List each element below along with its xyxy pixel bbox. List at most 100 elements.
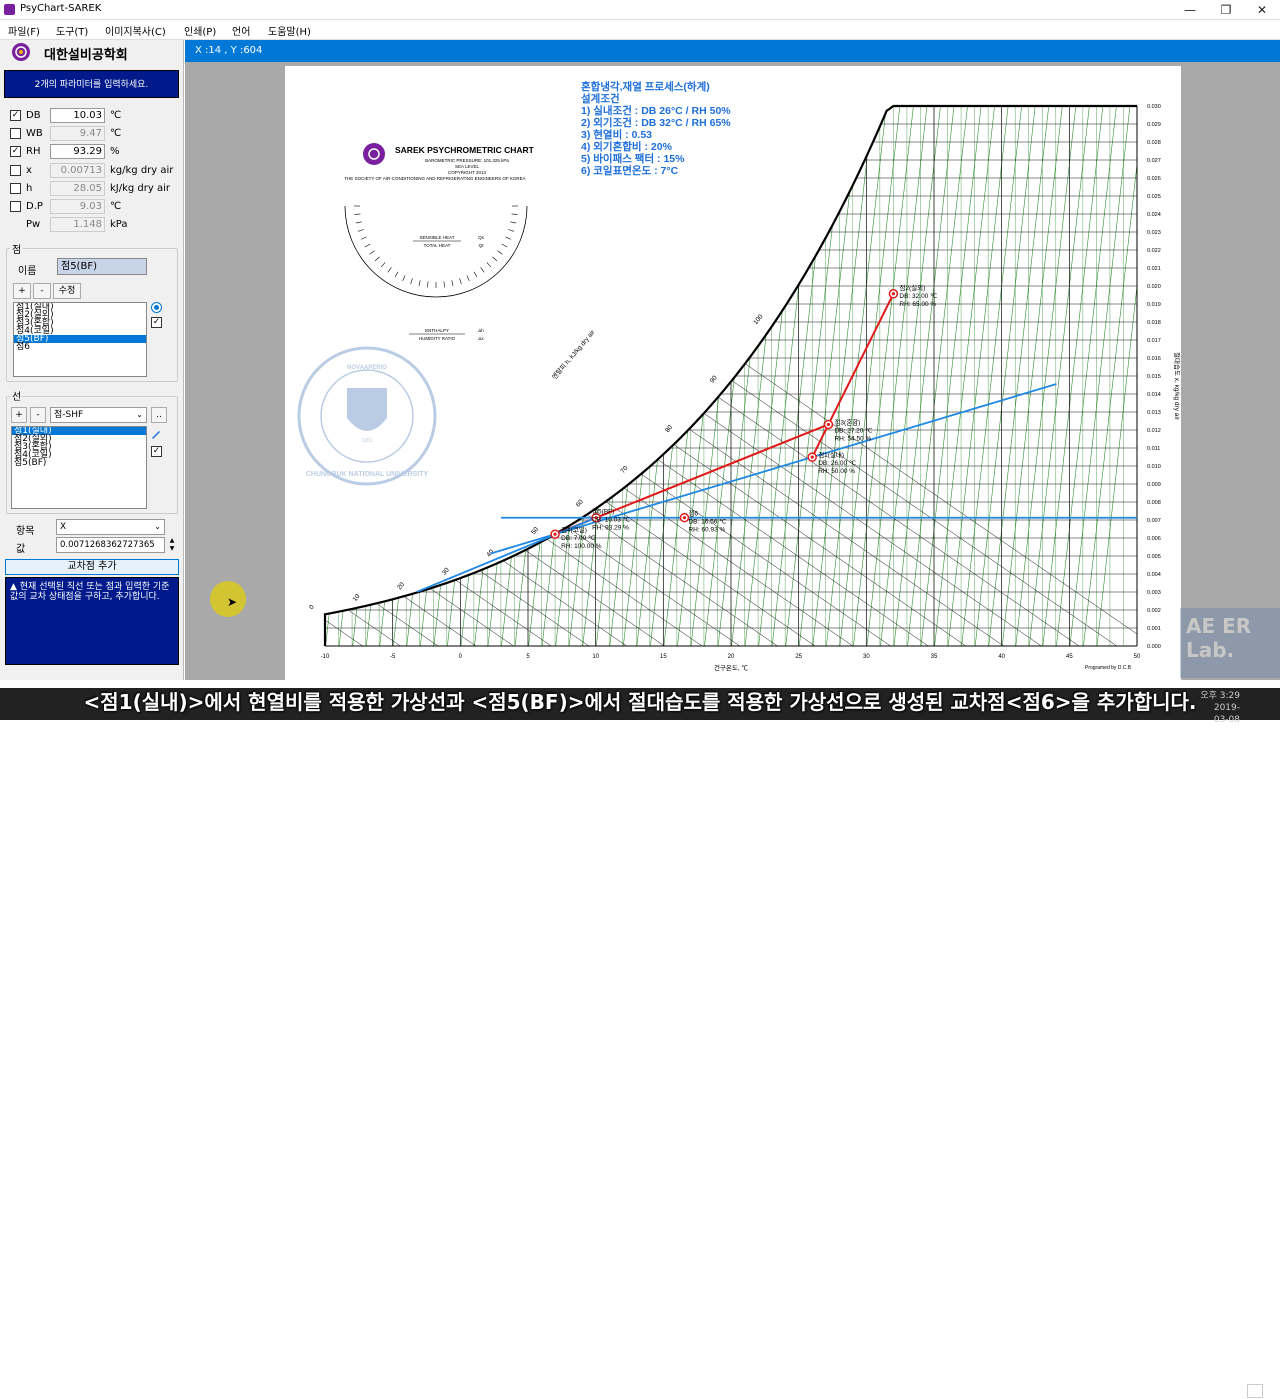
state-point-rh: RH: 54.50 % xyxy=(834,435,871,442)
h-unit: kJ/kg dry air xyxy=(110,183,170,194)
pencil-icon[interactable] xyxy=(150,428,162,440)
item-combo[interactable]: X ⌄ xyxy=(56,519,165,535)
wb-input[interactable]: 9.47 xyxy=(50,126,105,141)
add-point-button[interactable]: + xyxy=(13,283,31,299)
menu-print[interactable]: 인쇄(P) xyxy=(184,23,216,38)
input-panel: 대한설비공학회 2개의 파라미터를 입력하세요. ✓ DB 10.03 ℃ WB… xyxy=(0,40,184,680)
value-spinner[interactable]: ▲ ▼ xyxy=(166,537,178,553)
param-wb-row: WB 9.47 ℃ xyxy=(10,126,180,142)
windows-start-icon[interactable] xyxy=(10,1385,24,1399)
list-item[interactable]: 점5(BF) xyxy=(14,335,146,344)
rh-checkbox[interactable]: ✓ xyxy=(10,146,21,157)
point-radio[interactable] xyxy=(151,302,162,313)
dp-unit: ℃ xyxy=(110,201,122,212)
enthalpy-tick-label: 50 xyxy=(530,526,540,536)
value-input[interactable]: 0.0071268362727365 xyxy=(56,537,165,553)
close-button[interactable]: ✕ xyxy=(1244,0,1280,20)
line-more-button[interactable]: .. xyxy=(151,407,167,423)
db-checkbox[interactable]: ✓ xyxy=(10,110,21,121)
x-checkbox[interactable] xyxy=(10,165,21,176)
state-point-dot xyxy=(682,516,687,520)
wb-label: WB xyxy=(26,128,43,139)
y-tick-label: 0.002 xyxy=(1147,608,1161,614)
menu-tools[interactable]: 도구(T) xyxy=(56,23,88,38)
menu-file[interactable]: 파일(F) xyxy=(8,23,40,38)
list-item[interactable]: 점6 xyxy=(14,343,146,352)
design-note: 3) 현열비 : 0.53 xyxy=(581,128,652,141)
chart-paper[interactable]: -10 -5 0 5 10 15 20 25 30 35 40 45 50 0.000 0.001 0.002… xyxy=(285,66,1181,680)
seal-bottom-text: CHUNGBUK NATIONAL UNIVERSITY xyxy=(306,471,429,478)
wetbulb-line xyxy=(677,106,738,646)
pw-input[interactable]: 1.148 xyxy=(50,217,105,232)
enthalpy-eq-numerator: Δh xyxy=(478,328,484,333)
maximize-button[interactable]: ❐ xyxy=(1208,0,1244,20)
menu-language[interactable]: 언어 xyxy=(232,23,250,38)
psychrometric-chart[interactable]: -10 -5 0 5 10 15 20 25 30 35 40 45 50 0.000 0.001 0.002… xyxy=(285,66,1181,680)
line-type-combo[interactable]: 점-SHF ⌄ xyxy=(50,407,147,423)
lines-list[interactable]: 점1(실내) 점2(실외) 점3(혼합) 점4(코일) 점5(BF) xyxy=(11,426,147,509)
db-input[interactable]: 10.03 xyxy=(50,108,105,123)
menu-image-copy[interactable]: 이미지복사(C) xyxy=(105,23,166,38)
wetbulb-line xyxy=(650,106,711,646)
h-input[interactable]: 28.05 xyxy=(50,181,105,196)
remove-point-button[interactable]: - xyxy=(33,283,51,299)
notification-icon[interactable] xyxy=(1247,1384,1263,1398)
shr-eq-denominator: Qt xyxy=(479,243,485,248)
x-tick-label: 0 xyxy=(459,654,463,660)
x-tick-label: 40 xyxy=(998,654,1005,660)
help-text: ▲ 현재 선택된 직선 또는 점과 입력한 기준값의 교차 상태점을 구하고, … xyxy=(5,577,179,665)
video-subtitle: <점1(실내)>에서 현열비를 적용한 가상선과 <점5(BF)>에서 절대습도… xyxy=(83,690,1197,714)
chart-header-line: BAROMETRIC PRESSURE: 101.325 kPa xyxy=(425,158,509,163)
state-point-db: DB: 26.00 ℃ xyxy=(818,460,857,467)
chart-header-line: THE SOCIETY OF AIR-CONDITIONING AND REFR… xyxy=(344,176,525,181)
wetbulb-line xyxy=(352,106,413,646)
protractor-tick xyxy=(511,213,518,215)
line-visible-checkbox[interactable]: ✓ xyxy=(151,446,162,457)
dp-checkbox[interactable] xyxy=(10,201,21,212)
y-tick-label: 0.024 xyxy=(1147,212,1161,218)
wetbulb-line xyxy=(623,106,684,646)
y-tick-label: 0.001 xyxy=(1147,626,1161,632)
state-point-db: DB: 32.00 ℃ xyxy=(899,293,938,300)
value-label: 값 xyxy=(16,544,26,555)
h-checkbox[interactable] xyxy=(10,183,21,194)
remove-line-button[interactable]: - xyxy=(30,407,46,423)
item-label: 항목 xyxy=(16,526,35,537)
y-tick-label: 0.015 xyxy=(1147,374,1161,380)
rh-label: RH xyxy=(26,146,41,157)
y-tick-label: 0.017 xyxy=(1147,338,1161,344)
add-cross-point-button[interactable]: 교차점 추가 xyxy=(5,559,179,575)
lines-group-label: 선 xyxy=(10,388,24,403)
points-list[interactable]: 점1(실내) 점2(실외) 점3(혼합) 점4(코일) 점5(BF) 점6 xyxy=(13,302,147,377)
wetbulb-line xyxy=(420,106,481,646)
rh-input[interactable]: 93.29 xyxy=(50,144,105,159)
x-input[interactable]: 0.00713 xyxy=(50,163,105,178)
param-rh-row: ✓ RH 93.29 % xyxy=(10,144,180,160)
x-tick-label: 5 xyxy=(526,654,530,660)
protractor-tick xyxy=(364,243,371,248)
dp-input[interactable]: 9.03 xyxy=(50,199,105,214)
add-line-button[interactable]: + xyxy=(11,407,27,423)
wetbulb-line xyxy=(447,106,508,646)
programmed-by-label: Programed by D.C.B xyxy=(1085,665,1132,671)
protractor-tick xyxy=(466,275,470,282)
x-tick-label: 15 xyxy=(660,654,667,660)
point-visible-checkbox[interactable]: ✓ xyxy=(151,317,162,328)
y-tick-label: 0.010 xyxy=(1147,464,1161,470)
wetbulb-line xyxy=(325,106,373,646)
chart-header-title: SAREK PSYCHROMETRIC CHART xyxy=(395,145,535,155)
pw-label: Pw xyxy=(26,219,41,230)
minimize-button[interactable]: — xyxy=(1172,0,1208,20)
db-unit: ℃ xyxy=(110,110,122,121)
y-tick-label: 0.012 xyxy=(1147,428,1161,434)
menu-help[interactable]: 도움말(H) xyxy=(268,23,311,38)
protractor-tick xyxy=(374,256,380,262)
sarek-logo-icon xyxy=(12,43,30,61)
points-group-label: 점 xyxy=(10,241,24,256)
y-tick-label: 0.014 xyxy=(1147,392,1161,398)
chart-header-line: SEA LEVEL xyxy=(455,164,480,169)
edit-point-button[interactable]: 수정 xyxy=(53,283,81,299)
point-name-input[interactable]: 점5(BF) xyxy=(57,258,147,275)
list-item[interactable]: 점5(BF) xyxy=(12,459,146,468)
wb-checkbox[interactable] xyxy=(10,128,21,139)
